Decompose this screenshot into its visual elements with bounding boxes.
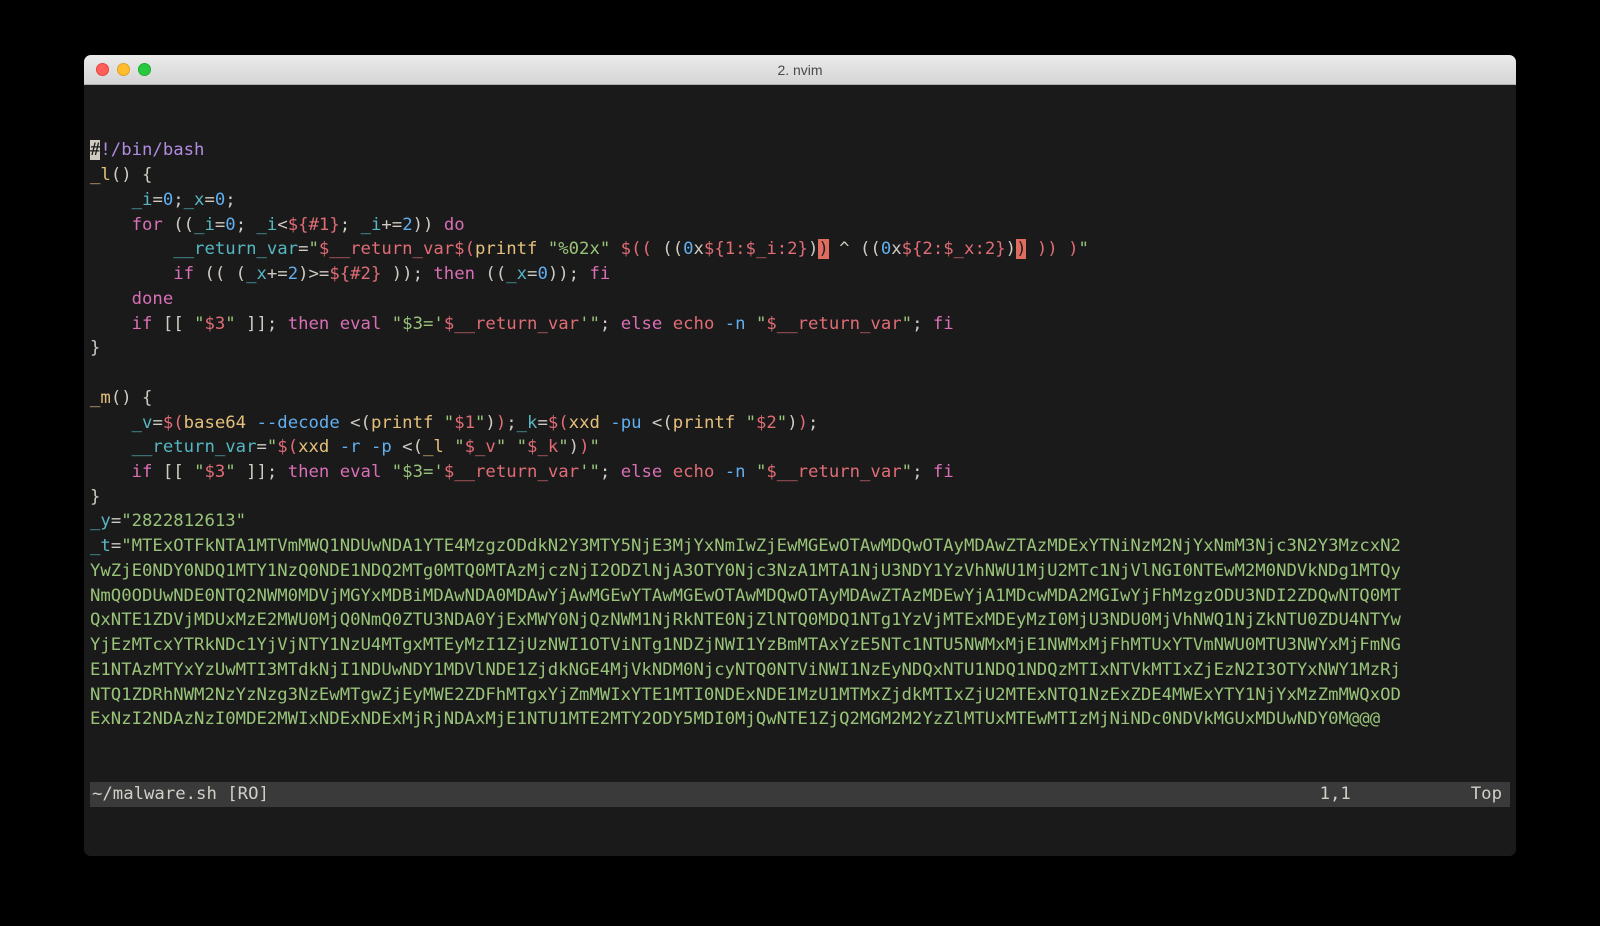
exp-ret2: $__return_var [444, 314, 579, 334]
status-file: ~/malware.sh [RO] [92, 782, 269, 807]
exp-3: $3 [204, 314, 225, 334]
traffic-lights [96, 63, 151, 76]
num-0c: 0 [225, 215, 235, 235]
flag-n2: -n [725, 462, 746, 482]
flag-pu: -pu [610, 413, 641, 433]
shebang: !/bin/bash [100, 140, 204, 160]
call-l: _l [423, 437, 444, 457]
exp-2: $2 [756, 413, 777, 433]
exp-ret3: $__return_var [766, 314, 901, 334]
var-i: _i [132, 190, 153, 210]
str-t-line7: NTQ1ZDRhNWM2NzYzNzg3NzEwMTgwZjEyMWE2ZDFh… [90, 685, 1401, 705]
var-i2: _i [194, 215, 215, 235]
kw-fi: fi [589, 264, 610, 284]
var-k: _k [517, 413, 538, 433]
kw-if: if [173, 264, 194, 284]
str-yval: "2822812613" [121, 511, 246, 531]
str-t-line5: YjEzMTcxYTRkNDc1YjVjNTY1NzU4MTgxMTEyMzI1… [90, 635, 1401, 655]
var-x: _x [184, 190, 205, 210]
exp-slice1: ${1:$_i:2} [704, 239, 808, 259]
flag-n: -n [725, 314, 746, 334]
kw-then3: then [288, 462, 330, 482]
var-x2: _x [246, 264, 267, 284]
kw-else2: else [621, 462, 663, 482]
kw-if2: if [132, 314, 153, 334]
num-2b: 2 [288, 264, 298, 284]
flag-decode: --decode [257, 413, 340, 433]
var-ret2: __return_var [132, 437, 257, 457]
cmd-printf2: printf [371, 413, 433, 433]
code-area[interactable]: #!/bin/bash _l() { _i=0;_x=0; for ((_i=0… [90, 138, 1510, 732]
var-v: _v [132, 413, 153, 433]
flag-r: -r [340, 437, 361, 457]
num-0: 0 [163, 190, 173, 210]
kw-done: done [132, 289, 174, 309]
str-t-line3: NmQ0ODUwNDE0NTQ2NWM0MDVjMGYxMDBiMDAwNDA0… [90, 586, 1401, 606]
str-fmt: "%02x" [548, 239, 610, 259]
kw-else: else [621, 314, 663, 334]
match-paren-icon: ) [818, 239, 828, 259]
var-i3: _i [257, 215, 278, 235]
cmd-printf3: printf [673, 413, 735, 433]
exp-hash2: ${#2} [329, 264, 381, 284]
exp-ret5: $__return_var [766, 462, 901, 482]
var-x3: _x [506, 264, 527, 284]
flag-p: -p [371, 437, 392, 457]
str-t-line1: "MTExOTFkNTA1MTVmMWQ1NDUwNDA1YTE4MzgzODd… [121, 536, 1401, 556]
exp-1: $1 [454, 413, 475, 433]
exp-hash1: ${#1} [288, 215, 340, 235]
kw-eval2: eval [340, 462, 382, 482]
fn-l: _l [90, 165, 111, 185]
exp-ret: $__return_var [319, 239, 454, 259]
terminal-content[interactable]: #!/bin/bash _l() { _i=0;_x=0; for ((_i=0… [84, 85, 1516, 856]
cursor: # [90, 140, 100, 160]
titlebar[interactable]: 2. nvim [84, 55, 1516, 85]
kw-fi3: fi [933, 462, 954, 482]
str-evalsuf2: '" [579, 462, 600, 482]
str-evalpre2: "$3=' [392, 462, 444, 482]
var-y: _y [90, 511, 111, 531]
str-evalpre: "$3=' [392, 314, 444, 334]
window-title: 2. nvim [84, 62, 1516, 78]
cmd-xxd: xxd [569, 413, 600, 433]
zoom-icon[interactable] [138, 63, 151, 76]
num-0b: 0 [215, 190, 225, 210]
close-icon[interactable] [96, 63, 109, 76]
str-evalsuf: '" [579, 314, 600, 334]
str-t-line4: QxNTE1ZDVjMDUxMzE2MWU0MjQ0NmQ0ZTU3NDA0Yj… [90, 610, 1401, 630]
cmd-echo: echo [673, 314, 715, 334]
num-0d: 0 [537, 264, 547, 284]
num-2: 2 [402, 215, 412, 235]
status-scroll: Top [1471, 782, 1508, 807]
kw-if3: if [132, 462, 153, 482]
str-t-line6: E1NTAzMTYxYzUwMTI3MTdkNjI1NDUwNDY1MDVlND… [90, 660, 1401, 680]
kw-then: then [433, 264, 475, 284]
match-paren-icon-2: ) [1016, 239, 1026, 259]
kw-for: for [132, 215, 163, 235]
cmd-printf: printf [475, 239, 537, 259]
cmd-base64: base64 [184, 413, 246, 433]
terminal-window: 2. nvim #!/bin/bash _l() { _i=0;_x=0; fo… [84, 55, 1516, 856]
str-t-line8: ExNzI2NDAzNzI0MDE2MWIxNDExNDExMjRjNDAxMj… [90, 709, 1380, 729]
statusbar: ~/malware.sh [RO] 1,1 Top [90, 782, 1510, 807]
var-ret: __return_var [173, 239, 298, 259]
fn-m: _m [90, 388, 111, 408]
exp-slice2: ${2:$_x:2} [902, 239, 1006, 259]
status-position: 1,1 [1320, 782, 1471, 807]
var-t: _t [90, 536, 111, 556]
exp-ret4: $__return_var [444, 462, 579, 482]
cmd-echo2: echo [673, 462, 715, 482]
exp-3b: $3 [204, 462, 225, 482]
str-t-line2: YwZjE0NDY0NDQ1MTY1NzQ0NDE1NDQ2MTg0MTQ0MT… [90, 561, 1401, 581]
cmd-xxd2: xxd [298, 437, 329, 457]
kw-do: do [444, 215, 465, 235]
kw-then2: then [288, 314, 330, 334]
kw-fi2: fi [933, 314, 954, 334]
minimize-icon[interactable] [117, 63, 130, 76]
kw-eval: eval [340, 314, 382, 334]
var-i4: _i [361, 215, 382, 235]
